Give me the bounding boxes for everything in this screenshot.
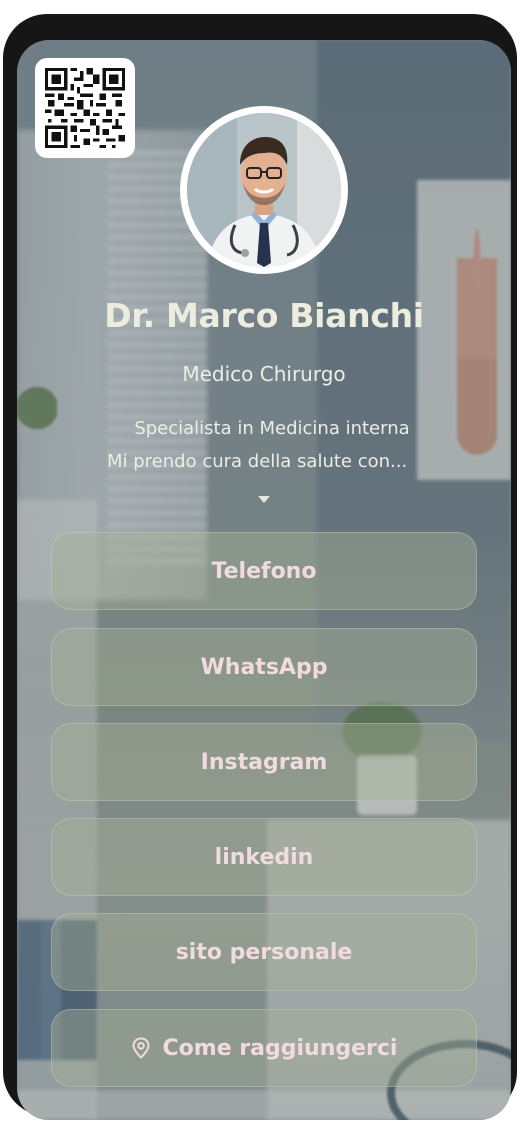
whatsapp-button-label: WhatsApp <box>200 654 328 680</box>
bio-line-1: Specialista in Medicina interna <box>134 418 410 439</box>
linkedin-button[interactable]: linkedin <box>51 818 477 896</box>
qr-code-icon <box>45 68 125 148</box>
profile-name: Dr. Marco Bianchi <box>104 296 424 335</box>
profile-bio: Specialista in Medicina interna Mi prend… <box>107 412 437 478</box>
phone-button[interactable]: Telefono <box>51 532 477 610</box>
directions-button[interactable]: Come raggiungerci <box>51 1009 477 1087</box>
whatsapp-button[interactable]: WhatsApp <box>51 628 477 706</box>
instagram-button[interactable]: Instagram <box>51 723 477 801</box>
screen: Dr. Marco Bianchi Medico Chirurgo Specia… <box>17 40 511 1120</box>
qr-code[interactable] <box>35 58 135 158</box>
directions-button-label: Come raggiungerci <box>162 1035 398 1061</box>
bio-line-2: Mi prendo cura della salute con... <box>107 451 408 472</box>
phone-button-label: Telefono <box>211 558 317 584</box>
expand-bio-chevron-icon[interactable] <box>258 496 270 503</box>
linkedin-button-label: linkedin <box>214 844 314 870</box>
avatar-photo <box>187 113 341 267</box>
avatar <box>180 106 348 274</box>
map-pin-icon <box>131 1037 151 1059</box>
instagram-button-label: Instagram <box>200 749 328 775</box>
phone-frame: Dr. Marco Bianchi Medico Chirurgo Specia… <box>3 14 517 1120</box>
profile-title: Medico Chirurgo <box>182 362 346 386</box>
website-button-label: sito personale <box>175 939 353 965</box>
website-button[interactable]: sito personale <box>51 913 477 991</box>
